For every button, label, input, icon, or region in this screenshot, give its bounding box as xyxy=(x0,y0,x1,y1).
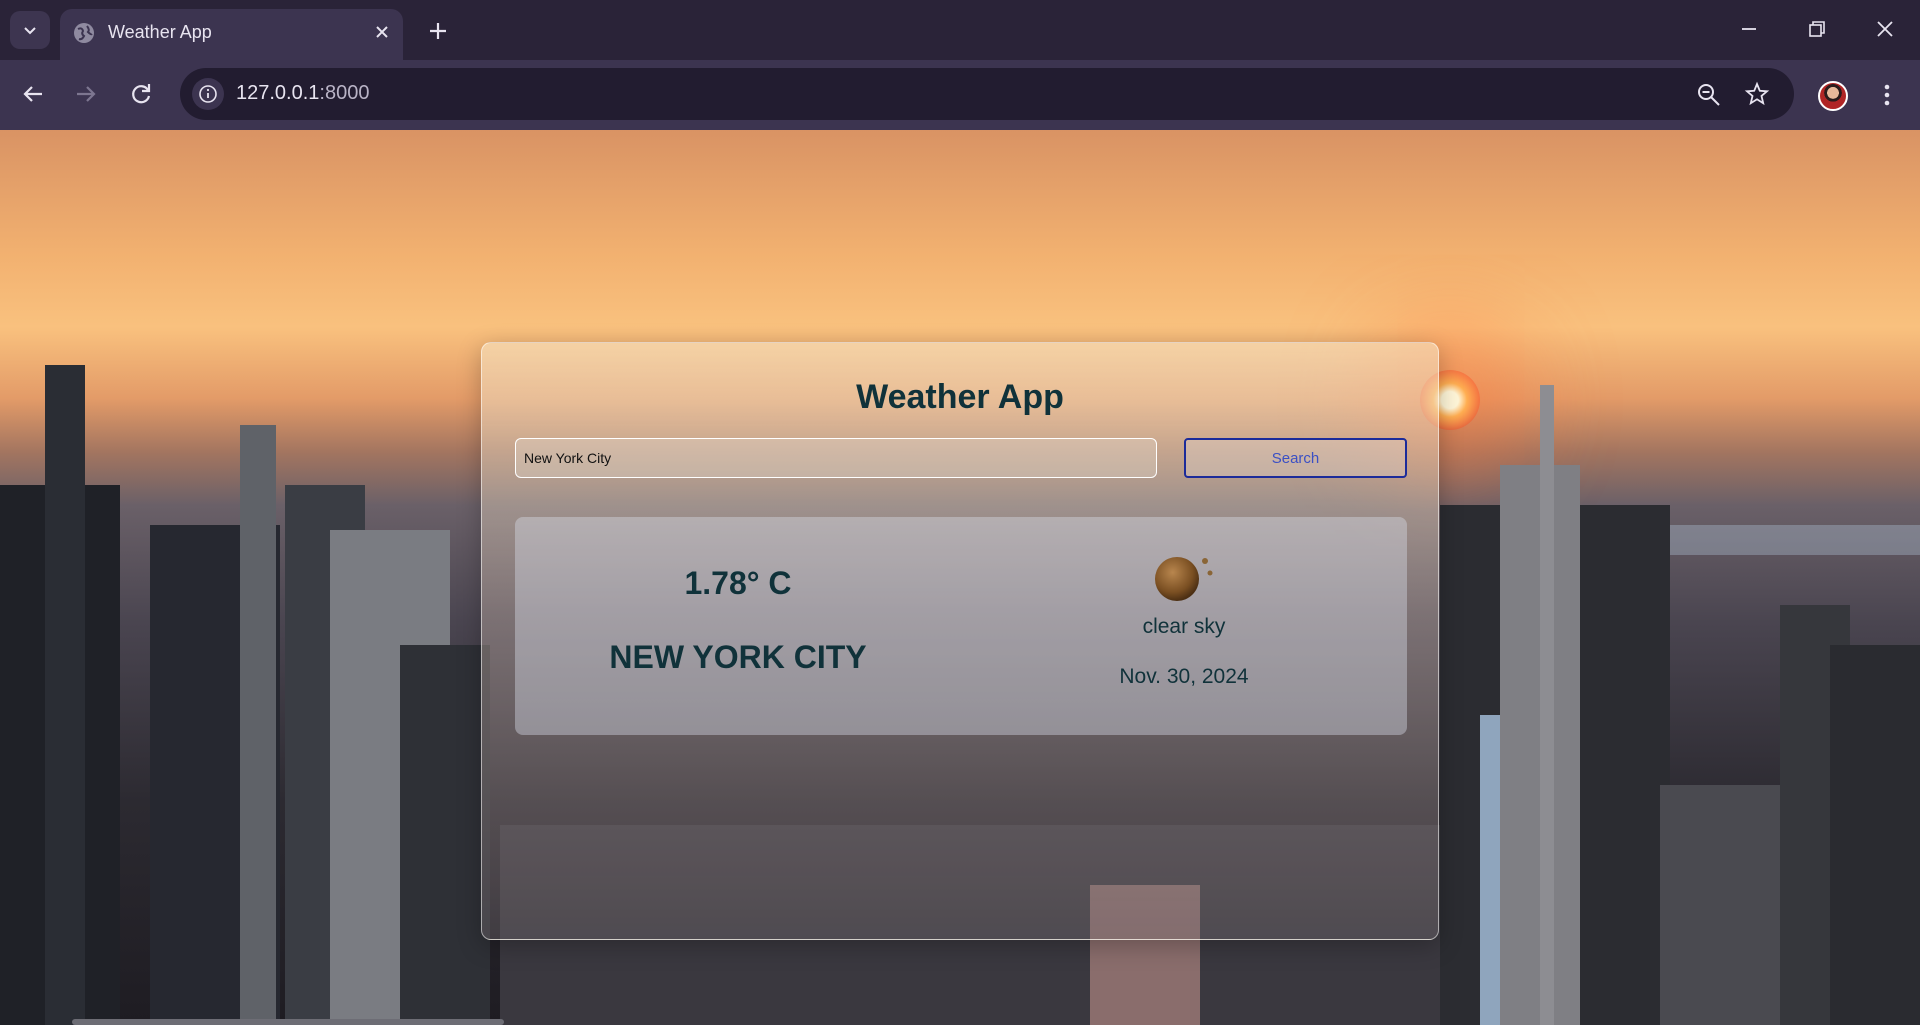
temperature: 1.78° C xyxy=(684,565,792,601)
building xyxy=(1660,785,1800,1025)
profile-avatar[interactable] xyxy=(1818,81,1848,111)
river xyxy=(1640,525,1920,555)
url-host: 127.0.0.1 xyxy=(236,82,320,104)
weather-card: Weather App Search 1.78° C NEW YORK CITY… xyxy=(481,342,1439,940)
back-arrow-icon[interactable] xyxy=(18,79,48,109)
info-icon xyxy=(199,85,217,103)
weather-date: Nov. 30, 2024 xyxy=(1119,665,1249,688)
site-info-button[interactable] xyxy=(192,78,224,110)
zoom-out-icon[interactable] xyxy=(1696,82,1722,108)
browser-tabstrip: Weather App xyxy=(0,0,1920,60)
forward-arrow-icon[interactable] xyxy=(71,79,101,109)
url-text: 127.0.0.1:8000 xyxy=(236,82,369,105)
building xyxy=(45,365,85,1025)
clear-sky-icon xyxy=(1155,557,1213,601)
reload-icon[interactable] xyxy=(126,79,156,109)
new-tab-icon[interactable] xyxy=(424,17,452,45)
close-tab-icon[interactable] xyxy=(371,21,393,43)
minimize-icon[interactable] xyxy=(1734,14,1764,44)
tab-title: Weather App xyxy=(108,22,212,42)
restore-icon[interactable] xyxy=(1802,14,1832,44)
weather-description: clear sky xyxy=(1142,615,1226,638)
tab-search-button[interactable] xyxy=(10,11,50,49)
bookmark-star-icon[interactable] xyxy=(1744,81,1770,107)
app-title: Weather App xyxy=(856,378,1064,416)
weather-result-panel: 1.78° C NEW YORK CITY clear sky Nov. 30,… xyxy=(515,517,1407,735)
browser-toolbar: 127.0.0.1:8000 xyxy=(0,60,1920,130)
browser-tab[interactable]: Weather App xyxy=(60,9,403,60)
chevron-down-icon xyxy=(24,27,36,35)
building xyxy=(400,645,490,1025)
page-background: Weather App Search 1.78° C NEW YORK CITY… xyxy=(0,130,1920,1025)
globe-icon xyxy=(74,23,94,43)
more-menu-icon[interactable] xyxy=(1872,80,1902,110)
building xyxy=(240,425,276,1025)
url-port: :8000 xyxy=(319,82,370,104)
close-window-icon[interactable] xyxy=(1870,14,1900,44)
building xyxy=(1830,645,1920,1025)
horizontal-scrollbar[interactable] xyxy=(72,1019,504,1025)
city-search-input[interactable] xyxy=(515,438,1157,478)
search-button[interactable]: Search xyxy=(1184,438,1407,478)
building xyxy=(1540,385,1554,1025)
address-bar[interactable]: 127.0.0.1:8000 xyxy=(180,68,1794,120)
city-name: NEW YORK CITY xyxy=(609,639,867,675)
